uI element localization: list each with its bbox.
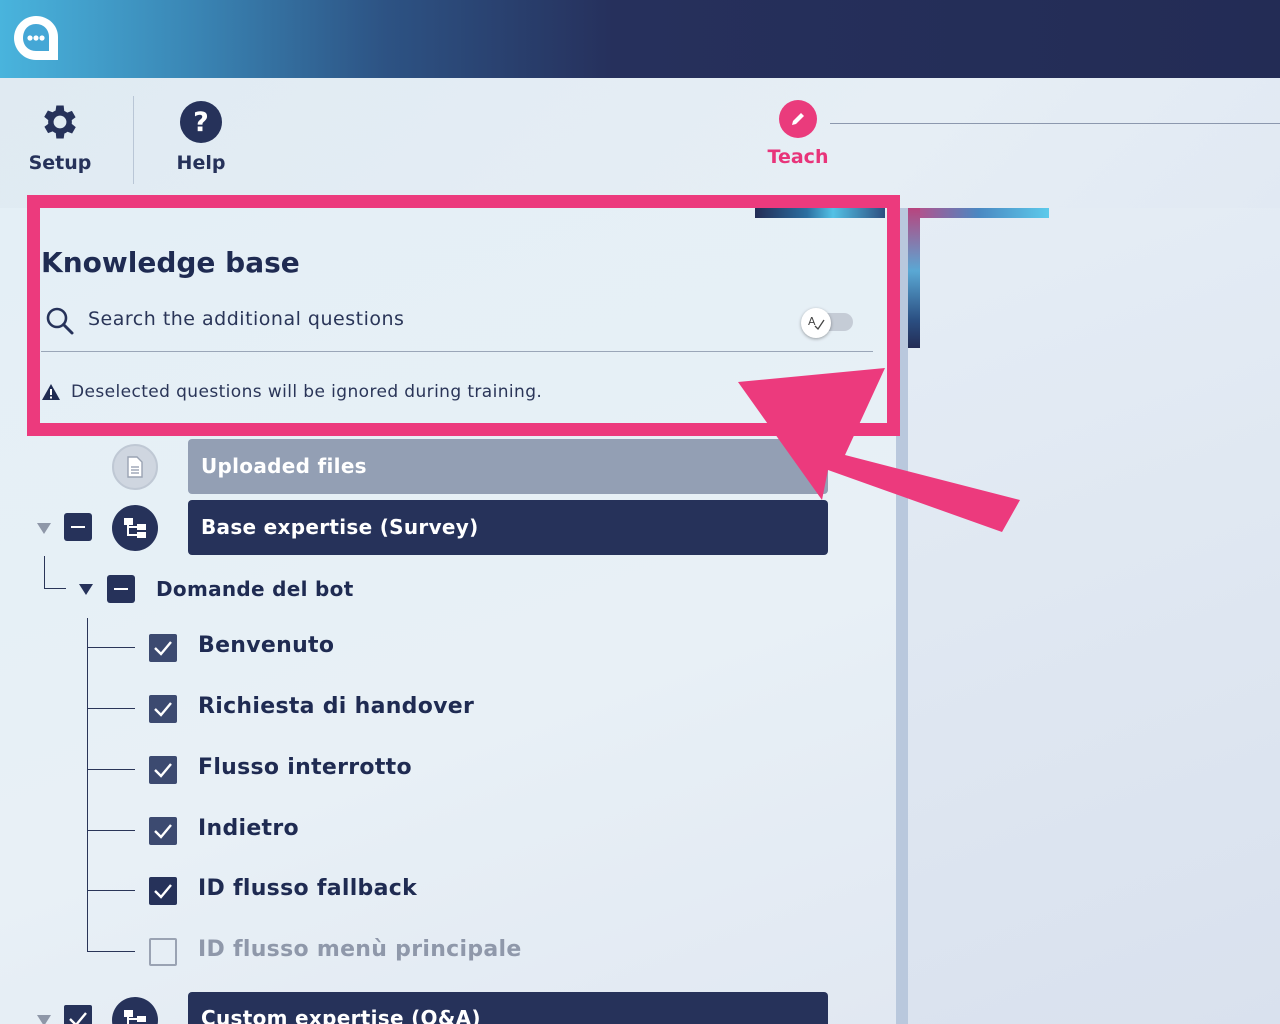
- tree-connector: [44, 588, 66, 589]
- search-input[interactable]: Search the additional questions A: [41, 300, 873, 352]
- tree-branch: [87, 647, 135, 648]
- uploaded-files-item[interactable]: Uploaded files: [188, 439, 828, 494]
- question-label: Flusso interrotto: [198, 755, 412, 780]
- chat-bubble-icon[interactable]: [12, 14, 60, 62]
- custom-expertise-checkbox[interactable]: [64, 1005, 92, 1024]
- tree-branch: [87, 708, 135, 709]
- progress-line: [830, 123, 1280, 124]
- expand-caret-icon[interactable]: [79, 584, 93, 595]
- toolbar-divider: [133, 96, 134, 184]
- scrollbar[interactable]: [896, 208, 908, 1024]
- custom-expertise-item[interactable]: Custom expertise (Q&A): [188, 992, 828, 1024]
- help-label: Help: [176, 152, 226, 174]
- question-checkbox[interactable]: [149, 877, 177, 905]
- question-checkbox[interactable]: [149, 938, 177, 966]
- hierarchy-icon: [112, 505, 158, 551]
- tree-connector: [44, 556, 45, 589]
- tree-branch: [87, 951, 135, 952]
- tree-branch: [87, 769, 135, 770]
- spellcheck-icon: A: [801, 308, 831, 338]
- base-expertise-item[interactable]: Base expertise (Survey): [188, 500, 828, 555]
- question-label: Richiesta di handover: [198, 694, 475, 719]
- svg-text:A: A: [808, 315, 816, 328]
- page-title: Knowledge base: [41, 246, 300, 279]
- question-label: Benvenuto: [198, 633, 335, 658]
- search-icon: [46, 307, 74, 335]
- section-label[interactable]: Domande del bot: [156, 577, 354, 601]
- collapse-caret-icon[interactable]: [37, 1015, 51, 1024]
- warning-icon: [42, 384, 60, 400]
- section-checkbox[interactable]: [107, 575, 135, 603]
- question-checkbox[interactable]: [149, 695, 177, 723]
- document-icon: [112, 444, 158, 490]
- pencil-icon: [779, 100, 817, 138]
- accent-bar-right: [908, 208, 1049, 218]
- setup-button[interactable]: Setup: [24, 100, 96, 174]
- tree-connector: [87, 618, 88, 952]
- teach-label: Teach: [767, 146, 829, 168]
- base-expertise-checkbox[interactable]: [64, 513, 92, 541]
- gear-icon: [44, 105, 76, 139]
- question-checkbox[interactable]: [149, 817, 177, 845]
- warning-text: Deselected questions will be ignored dur…: [71, 382, 543, 402]
- teach-button[interactable]: Teach: [758, 100, 838, 168]
- question-checkbox[interactable]: [149, 634, 177, 662]
- app-header: [0, 0, 1280, 78]
- help-icon: ?: [180, 101, 222, 143]
- tree-branch: [87, 890, 135, 891]
- question-label: ID flusso menù principale: [198, 937, 522, 962]
- tree-branch: [87, 830, 135, 831]
- toolbar: Setup ? Help Teach: [0, 78, 1280, 208]
- question-label: Indietro: [198, 816, 299, 841]
- collapse-caret-icon[interactable]: [37, 523, 51, 534]
- question-label: ID flusso fallback: [198, 876, 418, 901]
- help-button[interactable]: ? Help: [165, 100, 237, 174]
- spellcheck-toggle[interactable]: A: [801, 308, 853, 338]
- accent-bar-right-vertical: [908, 208, 920, 348]
- search-placeholder: Search the additional questions: [88, 308, 405, 330]
- accent-bar: [755, 208, 885, 218]
- question-checkbox[interactable]: [149, 756, 177, 784]
- svg-text:?: ?: [193, 107, 209, 138]
- setup-label: Setup: [28, 152, 92, 174]
- right-panel: [908, 208, 1280, 1024]
- warning-message: Deselected questions will be ignored dur…: [41, 382, 542, 402]
